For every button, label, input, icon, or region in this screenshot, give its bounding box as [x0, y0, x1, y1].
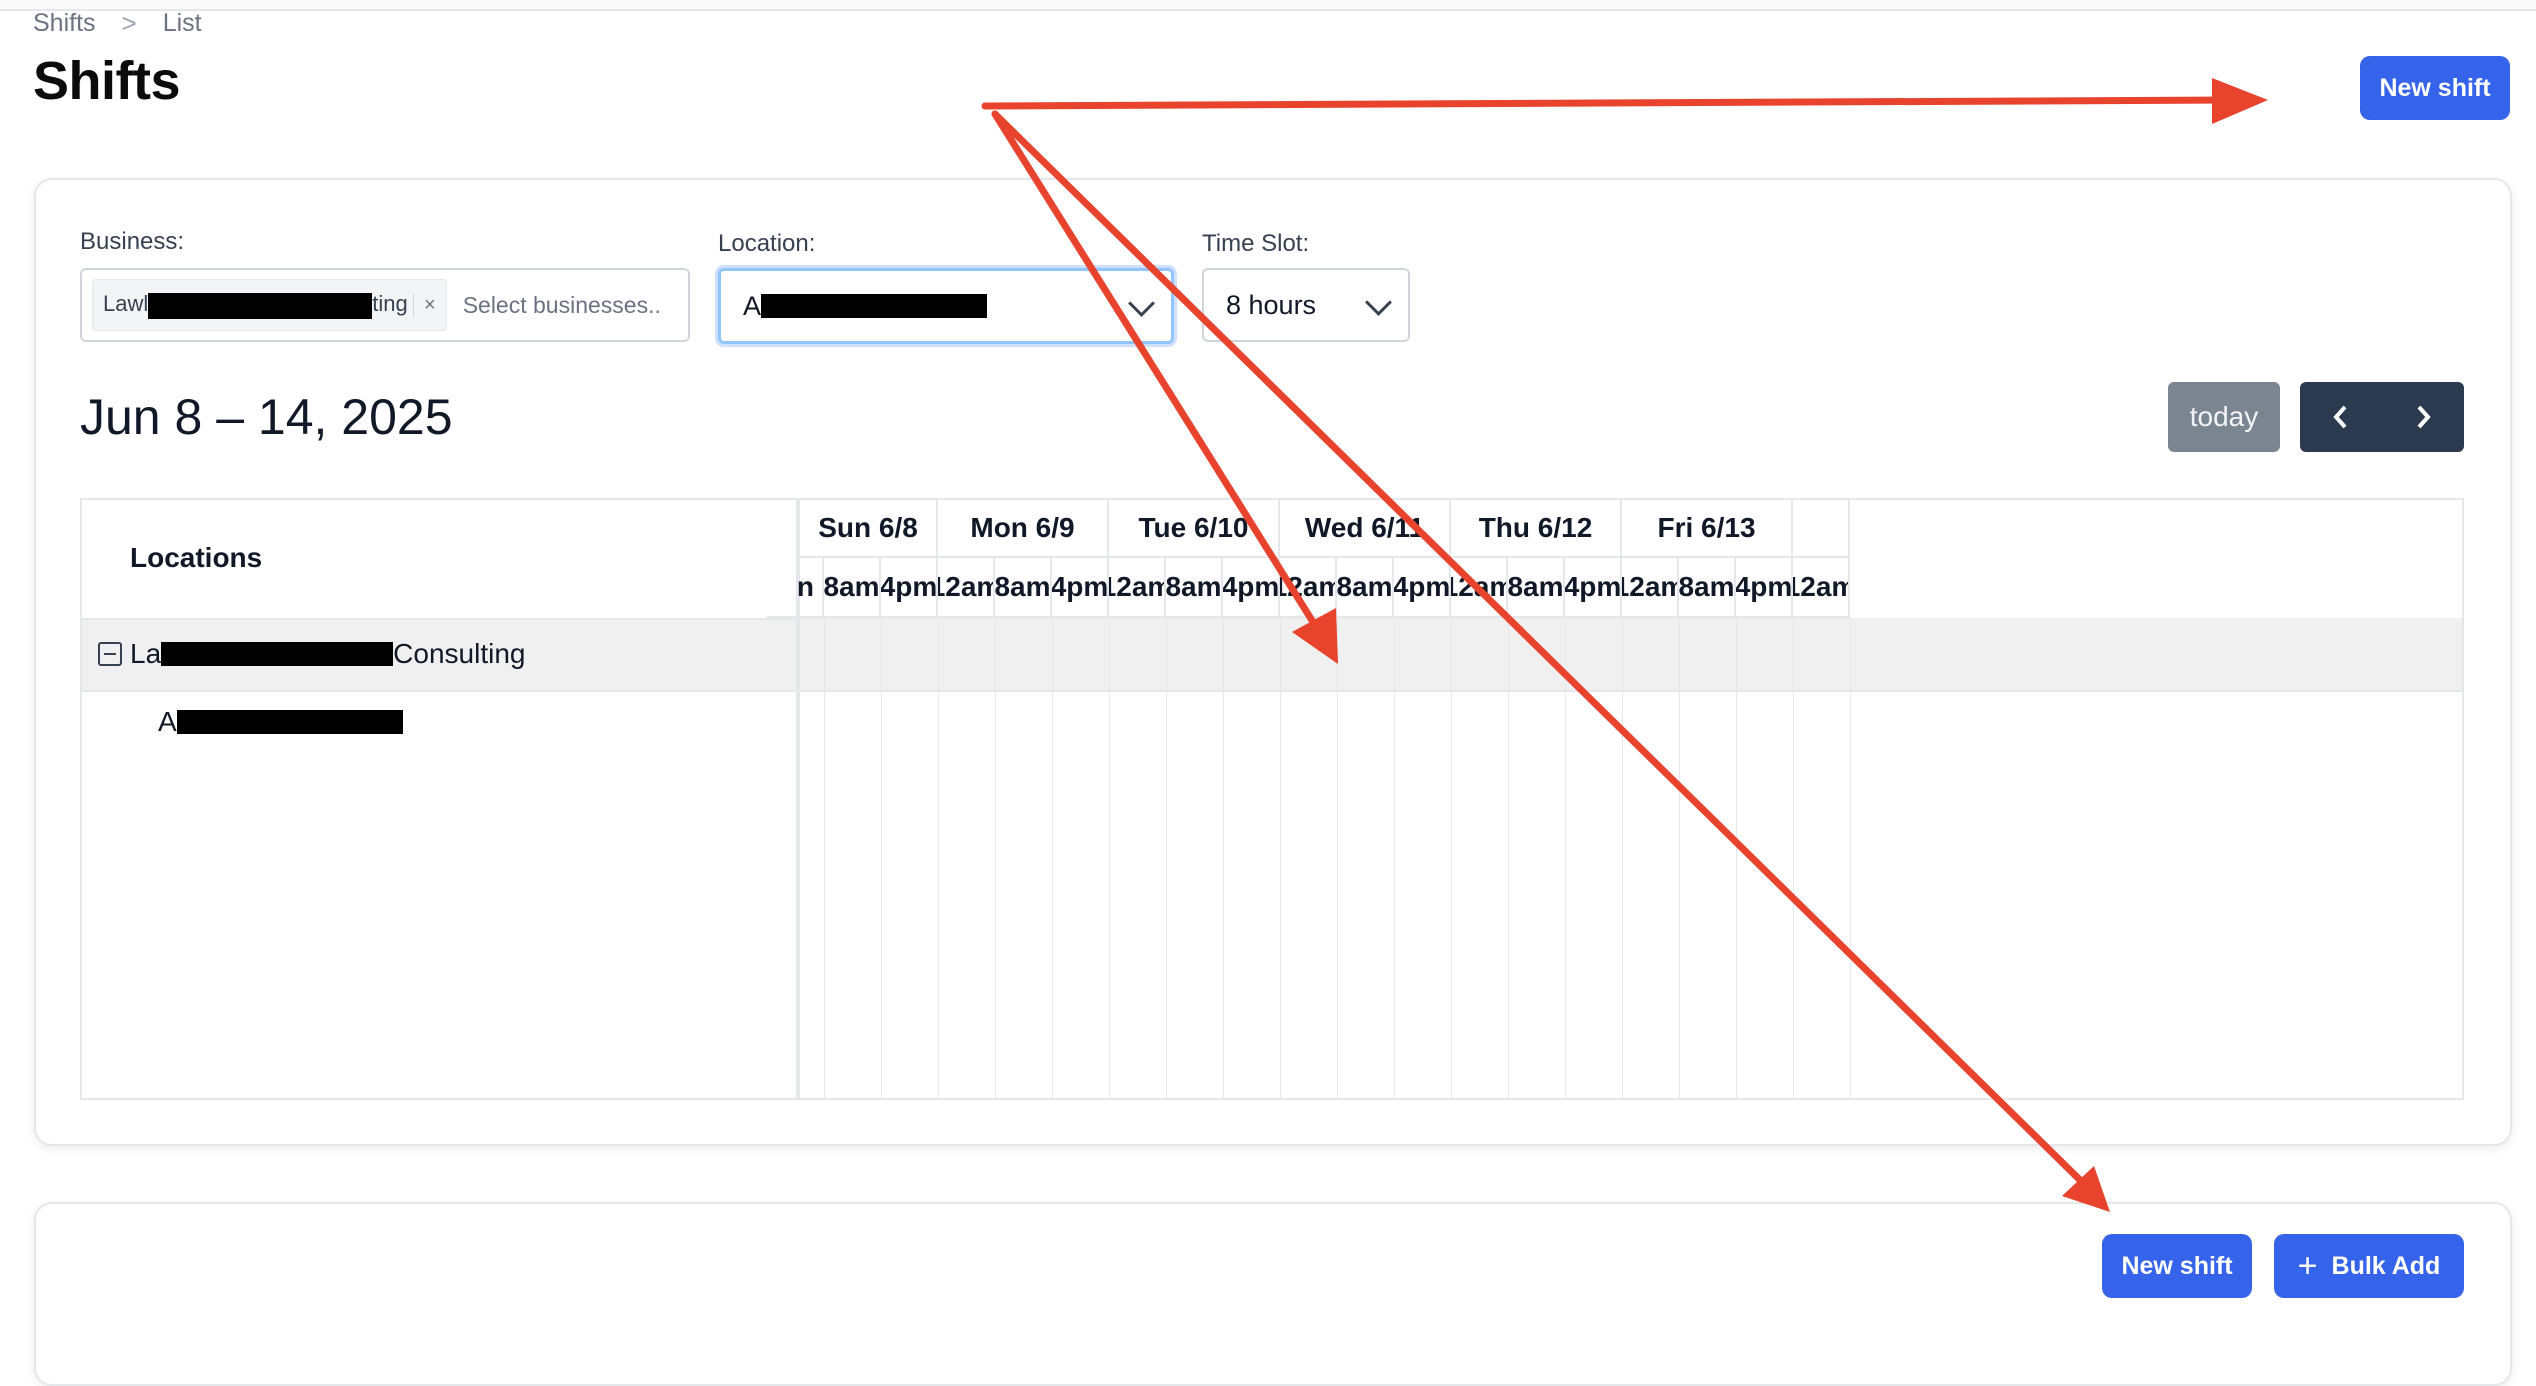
- plus-icon: +: [2297, 1247, 2318, 1285]
- slot-header: 4pm: [881, 558, 938, 618]
- annotation-arrow: [981, 96, 2234, 110]
- grid-line: [1394, 618, 1395, 1098]
- location-label: Location:: [718, 230, 816, 257]
- timeline-grid[interactable]: nSun 6/88am4pmMon 6/912am8am4pmTue 6/101…: [767, 500, 2462, 1098]
- chevron-left-icon[interactable]: [2300, 382, 2382, 452]
- redaction-bar: [161, 642, 394, 666]
- slot-header: 12am: [1451, 558, 1508, 618]
- day-header: Wed 6/11: [1280, 500, 1451, 558]
- slot-header: 4pm: [1052, 558, 1109, 618]
- grid-line: [1109, 618, 1110, 1098]
- slot-header: 12am: [938, 558, 995, 618]
- slot-header: 8am: [1166, 558, 1223, 618]
- today-button[interactable]: today: [2168, 382, 2280, 452]
- time-slot-value: 8 hours: [1226, 289, 1317, 320]
- grid-line: [995, 618, 996, 1098]
- breadcrumb-item-shifts[interactable]: Shifts: [33, 9, 96, 38]
- grid-line: [1622, 618, 1623, 1098]
- slot-header: 12am: [1280, 558, 1337, 618]
- slot-header: 8am: [824, 558, 881, 618]
- slot-header: 12am: [1622, 558, 1679, 618]
- day-header: Fri 6/13: [1622, 500, 1793, 558]
- grid-line: [1850, 618, 1851, 1098]
- business-tag-label: Lawl ting: [93, 291, 413, 319]
- day-header: [1793, 500, 1850, 558]
- grid-line: [1736, 618, 1737, 1098]
- slot-header: 4pm: [1394, 558, 1451, 618]
- grid-line: [1223, 618, 1224, 1098]
- day-header: Sun 6/8: [800, 500, 938, 558]
- redaction-bar: [761, 294, 988, 318]
- calendar-nav: [2300, 382, 2464, 452]
- grid-line: [1679, 618, 1680, 1098]
- slot-header: 8am: [1337, 558, 1394, 618]
- slot-header: 8am: [1508, 558, 1565, 618]
- slot-header: 8am: [1679, 558, 1736, 618]
- time-slot-label: Time Slot:: [1202, 230, 1310, 257]
- grid-line: [881, 618, 882, 1098]
- business-search-input[interactable]: Select businesses..: [463, 292, 661, 319]
- time-slot-select[interactable]: 8 hours: [1202, 268, 1410, 342]
- chevron-down-icon: [1128, 290, 1155, 317]
- grid-line: [1166, 618, 1167, 1098]
- day-header: Tue 6/10: [1109, 500, 1280, 558]
- new-shift-button-secondary[interactable]: New shift: [2102, 1234, 2252, 1298]
- slot-header: 4pm: [1736, 558, 1793, 618]
- grid-line: [1337, 618, 1338, 1098]
- grid-line: [824, 618, 825, 1098]
- page-title: Shifts: [33, 51, 181, 111]
- day-header: Thu 6/12: [1451, 500, 1622, 558]
- redaction-bar: [176, 710, 403, 734]
- resource-group-label: La Consulting: [98, 618, 525, 690]
- remove-tag-icon[interactable]: ×: [413, 293, 446, 317]
- date-range-title: Jun 8 – 14, 2025: [80, 389, 453, 445]
- new-shift-button[interactable]: New shift: [2360, 56, 2510, 120]
- new-shift-button-label: New shift: [2379, 73, 2491, 102]
- timeline-calendar: La Consulting Locations A n Sun 6/8 8am 4pm M…: [80, 498, 2464, 1100]
- resource-label: A: [158, 706, 403, 738]
- breadcrumb: Shifts > List: [33, 6, 202, 40]
- slot-header: 4pm: [1223, 558, 1280, 618]
- grid-line: [938, 618, 939, 1098]
- grid-line: [1280, 618, 1281, 1098]
- resource-header-label: Locations: [130, 542, 263, 573]
- slot-header: 4pm: [1565, 558, 1622, 618]
- business-tag: Lawl ting ×: [92, 279, 447, 331]
- collapse-icon[interactable]: [98, 642, 122, 666]
- grid-line: [1451, 618, 1452, 1098]
- business-label: Business:: [80, 228, 185, 255]
- slot-header: 8am: [995, 558, 1052, 618]
- grid-line: [1508, 618, 1509, 1098]
- slot-header: 12am: [1109, 558, 1166, 618]
- redaction-bar: [148, 292, 373, 319]
- slot-header: 12am: [1793, 558, 1850, 618]
- chevron-right-icon[interactable]: [2382, 382, 2464, 452]
- location-select[interactable]: A: [718, 268, 1174, 344]
- grid-line: [1052, 618, 1053, 1098]
- arrowhead-icon: [2212, 78, 2268, 124]
- day-header: Mon 6/9: [938, 500, 1109, 558]
- grid-line: [1793, 618, 1794, 1098]
- chevron-down-icon: [1365, 289, 1392, 316]
- slot-header: n: [767, 558, 824, 618]
- grid-line: [1565, 618, 1566, 1098]
- business-multiselect[interactable]: Lawl ting × Select businesses..: [80, 268, 690, 342]
- breadcrumb-item-list: List: [162, 8, 202, 37]
- top-border: [0, 0, 2536, 11]
- resource-row[interactable]: A: [82, 690, 796, 760]
- breadcrumb-separator: >: [121, 7, 137, 38]
- resource-header: Locations: [82, 500, 800, 620]
- location-value: A: [743, 290, 762, 321]
- bulk-add-button[interactable]: + Bulk Add: [2274, 1234, 2464, 1298]
